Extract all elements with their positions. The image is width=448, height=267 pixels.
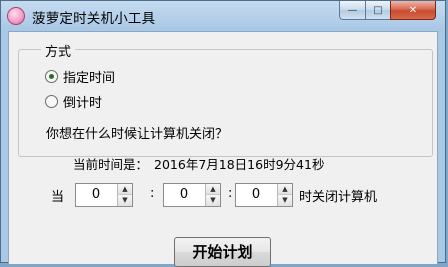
maximize-button[interactable]: □ bbox=[365, 1, 391, 20]
radio-countdown-label: 倒计时 bbox=[63, 96, 103, 111]
title-bar[interactable]: 菠萝定时关机小工具 — □ ✕ bbox=[1, 1, 445, 31]
hour-spin-buttons: ▲ ▼ bbox=[117, 184, 132, 206]
current-time-label: 当前时间是： bbox=[73, 157, 149, 172]
spin-down-icon[interactable]: ▼ bbox=[278, 195, 292, 206]
current-time-value: 2016年7月18日16时9分41秒 bbox=[154, 157, 325, 172]
minute-spinbox[interactable]: 0 ▲ ▼ bbox=[163, 183, 221, 207]
hour-spinbox[interactable]: 0 ▲ ▼ bbox=[75, 183, 133, 207]
current-time-line: 当前时间是： 2016年7月18日16时9分41秒 bbox=[73, 154, 324, 173]
second-spin-buttons: ▲ ▼ bbox=[277, 184, 292, 206]
time-separator: : bbox=[150, 186, 155, 201]
close-icon: ✕ bbox=[408, 4, 418, 16]
spin-up-icon[interactable]: ▲ bbox=[206, 184, 220, 195]
close-button[interactable]: ✕ bbox=[390, 1, 436, 20]
app-icon[interactable] bbox=[7, 7, 25, 25]
client-area: 方式 指定时间 倒计时 你想在什么时候让计算机关闭？ 当前时间是： 2016年7月… bbox=[8, 31, 438, 267]
schedule-prefix: 当 bbox=[51, 190, 65, 205]
question-text: 你想在什么时候让计算机关闭？ bbox=[46, 127, 229, 142]
second-value[interactable]: 0 bbox=[236, 187, 276, 202]
spin-up-icon[interactable]: ▲ bbox=[278, 184, 292, 195]
app-window: 菠萝定时关机小工具 — □ ✕ 方式 指定时间 倒计时 你想在什么时候让计算机关… bbox=[0, 0, 446, 267]
second-spinbox[interactable]: 0 ▲ ▼ bbox=[235, 183, 293, 207]
spin-down-icon[interactable]: ▼ bbox=[206, 195, 220, 206]
time-separator: : bbox=[228, 186, 233, 201]
window-title: 菠萝定时关机小工具 bbox=[32, 11, 156, 27]
spin-down-icon[interactable]: ▼ bbox=[118, 195, 132, 206]
radio-selected-dot bbox=[49, 74, 54, 79]
minute-value[interactable]: 0 bbox=[164, 187, 204, 202]
minimize-button[interactable]: — bbox=[339, 1, 366, 20]
radio-button-icon[interactable] bbox=[45, 70, 58, 83]
mode-group-legend: 方式 bbox=[41, 41, 76, 60]
radio-specify-time[interactable]: 指定时间 bbox=[45, 67, 115, 86]
minimize-icon: — bbox=[347, 4, 358, 16]
maximize-icon: □ bbox=[373, 4, 383, 16]
radio-specify-time-label: 指定时间 bbox=[63, 71, 116, 86]
spin-up-icon[interactable]: ▲ bbox=[118, 184, 132, 195]
hour-value[interactable]: 0 bbox=[76, 187, 116, 202]
minute-spin-buttons: ▲ ▼ bbox=[205, 184, 220, 206]
radio-countdown[interactable]: 倒计时 bbox=[45, 92, 102, 111]
radio-button-icon[interactable] bbox=[45, 95, 58, 108]
schedule-suffix: 时关闭计算机 bbox=[299, 190, 378, 205]
